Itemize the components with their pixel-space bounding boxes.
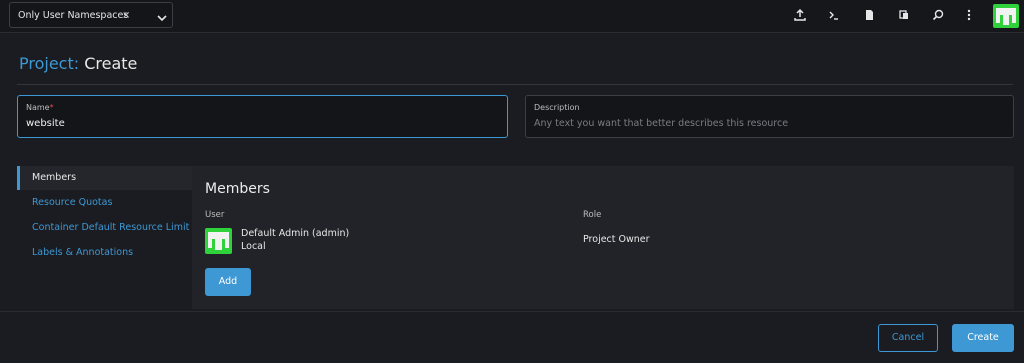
members-heading: Members (205, 181, 270, 197)
user-avatar-icon[interactable] (993, 4, 1019, 28)
kubectl-shell-icon[interactable] (827, 8, 841, 22)
namespace-filter-select[interactable]: Only User Namespaces × (9, 2, 173, 28)
side-tabs: Members Resource Quotas Container Defaul… (17, 166, 192, 309)
name-field-value[interactable]: website (26, 117, 65, 131)
tab-labels-annotations[interactable]: Labels & Annotations (17, 241, 192, 265)
member-avatar-icon (205, 228, 232, 254)
role-column-header: Role (583, 210, 602, 220)
chip-remove-icon[interactable]: × (122, 7, 130, 25)
description-field[interactable]: Description Any text you want that bette… (525, 95, 1014, 138)
copy-kubeconfig-icon[interactable] (897, 8, 911, 22)
member-name: Default Admin (admin) (241, 228, 350, 239)
name-field[interactable]: Name* website (17, 95, 508, 138)
footer-divider (0, 311, 1024, 312)
tab-resource-quotas[interactable]: Resource Quotas (17, 191, 192, 215)
page-title-suffix: Create (84, 54, 138, 73)
more-actions-icon[interactable] (962, 8, 976, 22)
tab-container-default-resource-limit[interactable]: Container Default Resource Limit (17, 216, 192, 240)
title-divider (17, 84, 1013, 85)
import-yaml-icon[interactable] (793, 8, 807, 22)
add-member-button[interactable]: Add (205, 268, 251, 296)
create-button[interactable]: Create (952, 324, 1014, 352)
namespace-filter-chip: Only User Namespaces (18, 10, 129, 21)
member-provider: Local (241, 241, 266, 252)
chevron-down-icon[interactable] (156, 9, 168, 22)
kubeconfig-file-icon[interactable] (862, 8, 876, 22)
top-header: Only User Namespaces × (0, 0, 1024, 33)
user-column-header: User (205, 210, 225, 220)
member-role[interactable]: Project Owner (583, 234, 650, 246)
members-panel: Members User Role Default Admin (admin) … (192, 166, 1014, 309)
tab-members[interactable]: Members (17, 166, 192, 190)
page-title-prefix: Project: (19, 54, 80, 73)
resource-search-icon[interactable] (931, 8, 945, 22)
name-field-label: Name* (26, 103, 54, 112)
cancel-button[interactable]: Cancel (878, 324, 938, 352)
description-field-label: Description (534, 103, 580, 112)
required-mark: * (49, 103, 54, 112)
description-field-placeholder[interactable]: Any text you want that better describes … (534, 117, 788, 131)
page-title: Project: Create (19, 54, 137, 74)
